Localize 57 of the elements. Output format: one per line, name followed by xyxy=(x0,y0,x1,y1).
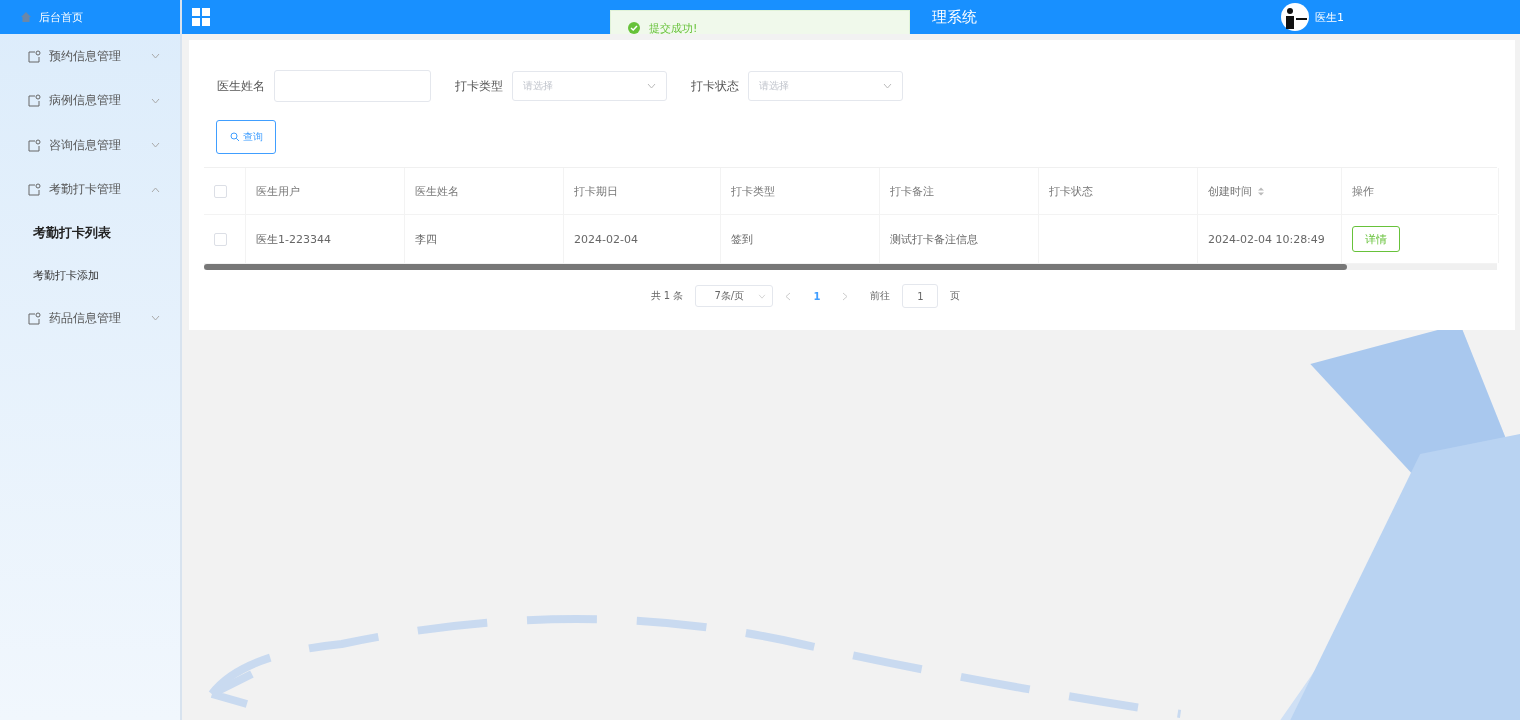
chevron-down-icon xyxy=(883,83,892,89)
table-cell: 2024-02-04 xyxy=(574,232,638,246)
table-cell: 医生1-223344 xyxy=(256,231,331,247)
column-header: 医生用户 xyxy=(256,183,300,199)
page-size-select[interactable]: 7条/页 xyxy=(695,285,774,307)
document-icon xyxy=(28,49,41,63)
table-cell: 2024-02-04 10:28:49 xyxy=(1208,232,1325,246)
chevron-down-icon xyxy=(151,315,160,322)
checkbox[interactable] xyxy=(214,184,227,198)
document-icon xyxy=(28,94,41,108)
page-input[interactable]: 1 xyxy=(902,284,939,308)
chevron-down-icon xyxy=(758,293,767,299)
column-header: 创建时间 xyxy=(1208,183,1252,199)
submenu-item[interactable]: 考勤打卡列表 xyxy=(0,212,180,254)
filter-label: 医生姓名 xyxy=(217,77,265,95)
chevron-down-icon xyxy=(151,53,160,60)
scrollbar[interactable] xyxy=(204,264,1497,270)
sort-icon[interactable] xyxy=(1258,186,1264,196)
menu-item[interactable]: 咨询信息管理 xyxy=(0,123,180,168)
page-unit: 页 xyxy=(950,289,961,303)
goto-label: 前往 xyxy=(870,289,891,303)
column-header: 打卡备注 xyxy=(890,183,934,199)
chevron-down-icon xyxy=(151,142,160,149)
column-header: 医生姓名 xyxy=(415,183,459,199)
chevron-down-icon xyxy=(151,97,160,104)
total-count: 共 1 条 xyxy=(650,289,684,303)
filter-label: 打卡状态 xyxy=(691,77,739,95)
column-header: 操作 xyxy=(1352,183,1374,199)
document-icon xyxy=(28,311,41,325)
home-icon xyxy=(20,11,32,23)
avatar xyxy=(1281,3,1309,31)
menu-item[interactable]: 病例信息管理 xyxy=(0,78,180,123)
document-icon xyxy=(28,183,41,197)
menu-item[interactable]: 考勤打卡管理 xyxy=(0,167,180,212)
filter-label: 打卡类型 xyxy=(455,77,503,95)
check-circle-icon xyxy=(628,22,640,34)
input-field[interactable] xyxy=(274,70,431,102)
system-title: 理系统 xyxy=(932,7,977,27)
table-cell: 李四 xyxy=(415,231,437,247)
next-page-icon[interactable] xyxy=(842,291,849,301)
submenu-item[interactable]: 考勤打卡添加 xyxy=(0,254,180,296)
table-cell: 测试打卡备注信息 xyxy=(890,231,978,247)
menu-item[interactable]: 药品信息管理 xyxy=(0,296,180,341)
home-link[interactable]: 后台首页 xyxy=(0,0,180,34)
column-header: 打卡状态 xyxy=(1049,183,1093,199)
grid-icon[interactable] xyxy=(192,8,210,26)
document-icon xyxy=(28,138,41,152)
user-name: 医生1 xyxy=(1315,9,1344,25)
column-header: 打卡类型 xyxy=(731,183,775,199)
table-cell: 签到 xyxy=(731,231,753,247)
menu-item[interactable]: 预约信息管理 xyxy=(0,34,180,79)
chevron-down-icon xyxy=(647,83,656,89)
chevron-up-icon xyxy=(151,186,160,193)
column-header: 打卡期日 xyxy=(574,183,618,199)
search-icon xyxy=(229,132,240,142)
previous-page-icon[interactable] xyxy=(785,291,792,301)
checkbox[interactable] xyxy=(214,232,227,246)
